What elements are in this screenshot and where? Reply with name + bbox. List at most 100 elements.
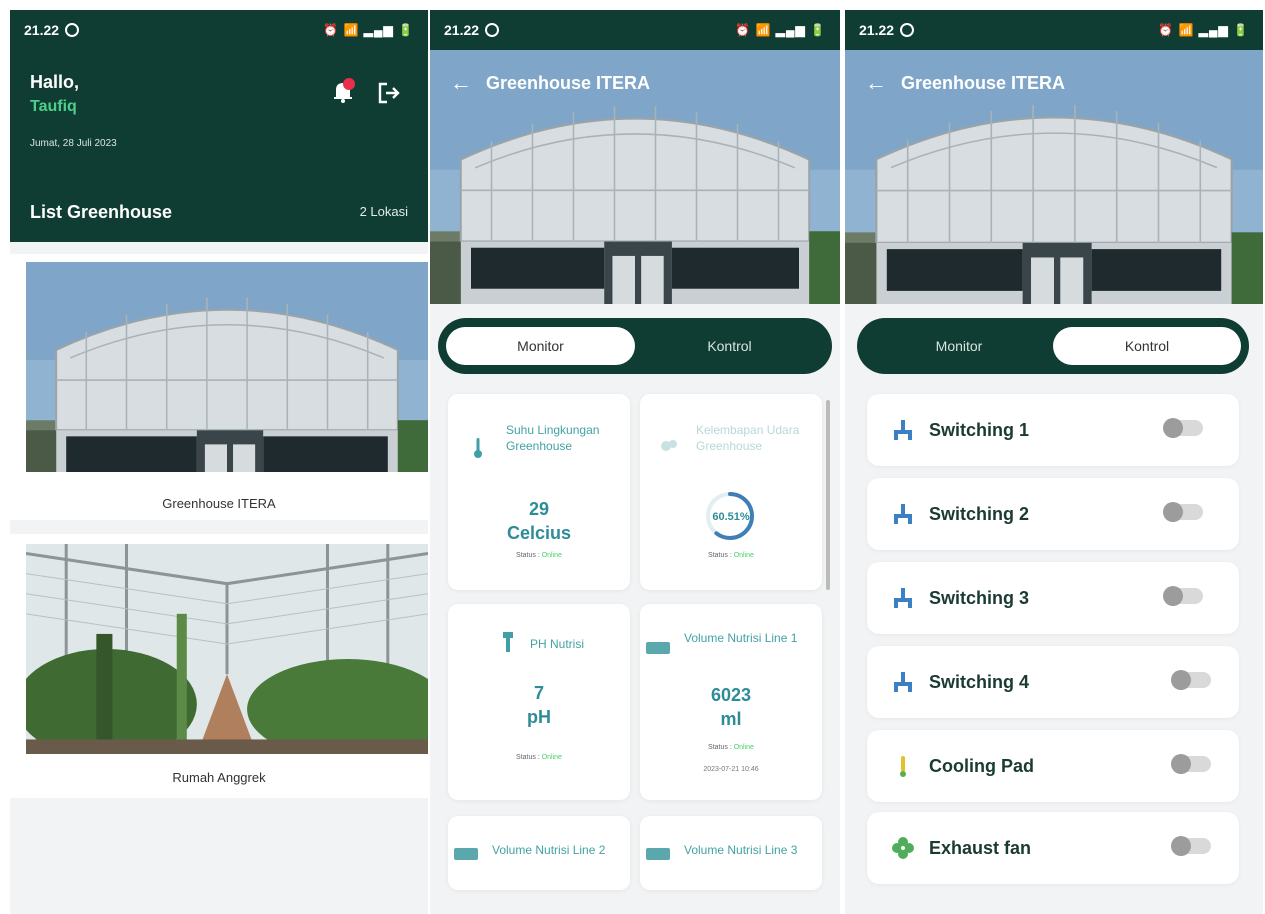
back-arrow-icon[interactable]: ← [450, 72, 472, 94]
greenhouse-card[interactable]: Rumah Anggrek [10, 534, 428, 798]
control-toggle-switch[interactable] [1171, 670, 1211, 690]
status-time: 21.22 [859, 22, 895, 38]
page-header: ← Greenhouse ITERA [865, 72, 1065, 94]
greenhouse-card[interactable]: Greenhouse ITERA [10, 254, 428, 520]
whatsapp-icon [65, 23, 80, 37]
pump-icon [894, 588, 912, 608]
toggle-knob [1163, 502, 1183, 522]
toggle-knob [1171, 836, 1191, 856]
control-row: Exhaust fan [867, 812, 1239, 884]
greenhouse-hero-image: ← Greenhouse ITERA [430, 50, 840, 304]
sensor-unit: ml [720, 709, 742, 729]
sensor-title: Volume Nutrisi Line 2 [492, 843, 606, 857]
control-row: Cooling Pad [867, 730, 1239, 802]
status-bar: 21.22 ⏰ 📶 ▂▄▆ 🔋 [430, 10, 840, 50]
status-bar: 21.22 ⏰ 📶 ▂▄▆ 🔋 [845, 10, 1263, 50]
whatsapp-icon [900, 23, 915, 37]
sensor-card-volume-line-1[interactable]: Volume Nutrisi Line 1 6023 ml Status : O… [640, 604, 822, 800]
fan-icon [892, 837, 914, 859]
greenhouse-hero-image: ← Greenhouse ITERA [845, 50, 1263, 304]
greenhouse-name: Rumah Anggrek [172, 770, 266, 785]
ph-probe-icon [503, 632, 513, 652]
tank-icon [646, 848, 670, 860]
humidity-icon [661, 440, 677, 451]
control-row: Switching 2 [867, 478, 1239, 550]
sensor-value: 6023 [710, 685, 752, 705]
monitor-kontrol-toggle: Monitor Kontrol [857, 318, 1249, 374]
page-title: Greenhouse ITERA [486, 72, 651, 93]
control-toggle-switch[interactable] [1171, 754, 1211, 774]
toggle-knob [1171, 754, 1191, 774]
pump-icon [894, 504, 912, 524]
sensor-value: 29 [528, 499, 550, 519]
control-toggle-switch[interactable] [1163, 418, 1203, 438]
location-count: 2 Lokasi [359, 204, 408, 219]
kontrol-screen: 21.22 ⏰ 📶 ▂▄▆ 🔋 ← Greenhouse ITERA Monit… [845, 10, 1263, 914]
control-row: Switching 4 [867, 646, 1239, 718]
control-label: Switching 2 [929, 504, 1030, 524]
sensor-timestamp: 2023-07-21 10:46 [703, 766, 759, 773]
greenhouse-photo [26, 262, 428, 472]
greeting: Hallo, [30, 72, 80, 92]
sensor-unit: pH [527, 707, 551, 727]
home-header: Hallo, Taufiq Jumat, 28 Juli 2023 List G… [10, 50, 428, 242]
whatsapp-icon [485, 23, 500, 37]
status-icons: ⏰ 📶 ▂▄▆ 🔋 [1158, 23, 1249, 37]
control-row: Switching 3 [867, 562, 1239, 634]
page-title: Greenhouse ITERA [901, 72, 1066, 93]
toggle-knob [1163, 418, 1183, 438]
user-name: Taufiq [30, 98, 77, 115]
sensor-card-volume-line-3[interactable]: Volume Nutrisi Line 3 [640, 816, 822, 890]
thermometer-icon [900, 756, 906, 777]
sensor-title: PH Nutrisi [530, 637, 585, 651]
toggle-knob [1163, 586, 1183, 606]
status-bar: 21.22 ⏰ 📶 ▂▄▆ 🔋 [10, 10, 428, 50]
sensor-title: Volume Nutrisi Line 3 [684, 843, 798, 857]
current-date: Jumat, 28 Juli 2023 [30, 138, 117, 149]
sensor-status: Status : Online [516, 754, 562, 761]
sensor-title: Kelembapan Udara Greenhouse [696, 423, 800, 453]
scrollbar[interactable] [826, 400, 830, 590]
tab-monitor[interactable]: Monitor [865, 327, 1053, 365]
pump-icon [894, 672, 912, 692]
list-greenhouse-title: List Greenhouse [30, 202, 173, 222]
status-icons: ⏰ 📶 ▂▄▆ 🔋 [735, 23, 826, 37]
control-toggle-switch[interactable] [1163, 586, 1203, 606]
greenhouse-photo [26, 544, 428, 754]
sensor-title: Suhu Lingkungan Greenhouse [506, 423, 600, 453]
toggle-knob [1171, 670, 1191, 690]
control-label: Cooling Pad [929, 756, 1034, 776]
home-screen: 21.22 ⏰ 📶 ▂▄▆ 🔋 Hallo, Taufiq Jumat, 28 … [10, 10, 428, 914]
sensor-status: Status : Online [708, 744, 754, 751]
back-arrow-icon[interactable]: ← [865, 72, 887, 94]
sensor-unit: Celcius [506, 523, 572, 543]
page-header: ← Greenhouse ITERA [450, 72, 650, 94]
tank-icon [646, 642, 670, 654]
sensor-card-humidity[interactable]: Kelembapan Udara Greenhouse 60.51% Statu… [640, 394, 822, 590]
control-label: Switching 1 [929, 420, 1030, 440]
sensor-value: 7 [533, 683, 544, 703]
control-label: Exhaust fan [929, 838, 1032, 858]
thermometer-icon [474, 438, 482, 458]
control-toggle-switch[interactable] [1171, 836, 1211, 856]
sensor-card-ph[interactable]: PH Nutrisi 7 pH Status : Online [448, 604, 630, 800]
sensor-card-volume-line-2[interactable]: Volume Nutrisi Line 2 [448, 816, 630, 890]
control-row: Switching 1 [867, 394, 1239, 466]
tank-icon [454, 848, 478, 860]
control-label: Switching 4 [929, 672, 1030, 692]
sensor-card-temperature[interactable]: Suhu Lingkungan Greenhouse 29 Celcius St… [448, 394, 630, 590]
sensor-status: Status : Online [708, 552, 754, 559]
tab-kontrol[interactable]: Kontrol [635, 327, 824, 365]
logout-icon[interactable] [376, 80, 402, 106]
status-time: 21.22 [444, 22, 480, 38]
control-toggle-switch[interactable] [1163, 502, 1203, 522]
sensor-title: Volume Nutrisi Line 1 [684, 631, 798, 645]
control-label: Switching 3 [929, 588, 1030, 608]
status-icons: ⏰ 📶 ▂▄▆ 🔋 [323, 23, 414, 37]
pump-icon [894, 420, 912, 440]
tab-kontrol[interactable]: Kontrol [1053, 327, 1241, 365]
monitor-screen: 21.22 ⏰ 📶 ▂▄▆ 🔋 ← Greenhouse ITERA Monit… [430, 10, 840, 914]
notification-bell-icon[interactable] [330, 78, 356, 104]
greenhouse-name: Greenhouse ITERA [162, 496, 276, 511]
tab-monitor[interactable]: Monitor [446, 327, 635, 365]
